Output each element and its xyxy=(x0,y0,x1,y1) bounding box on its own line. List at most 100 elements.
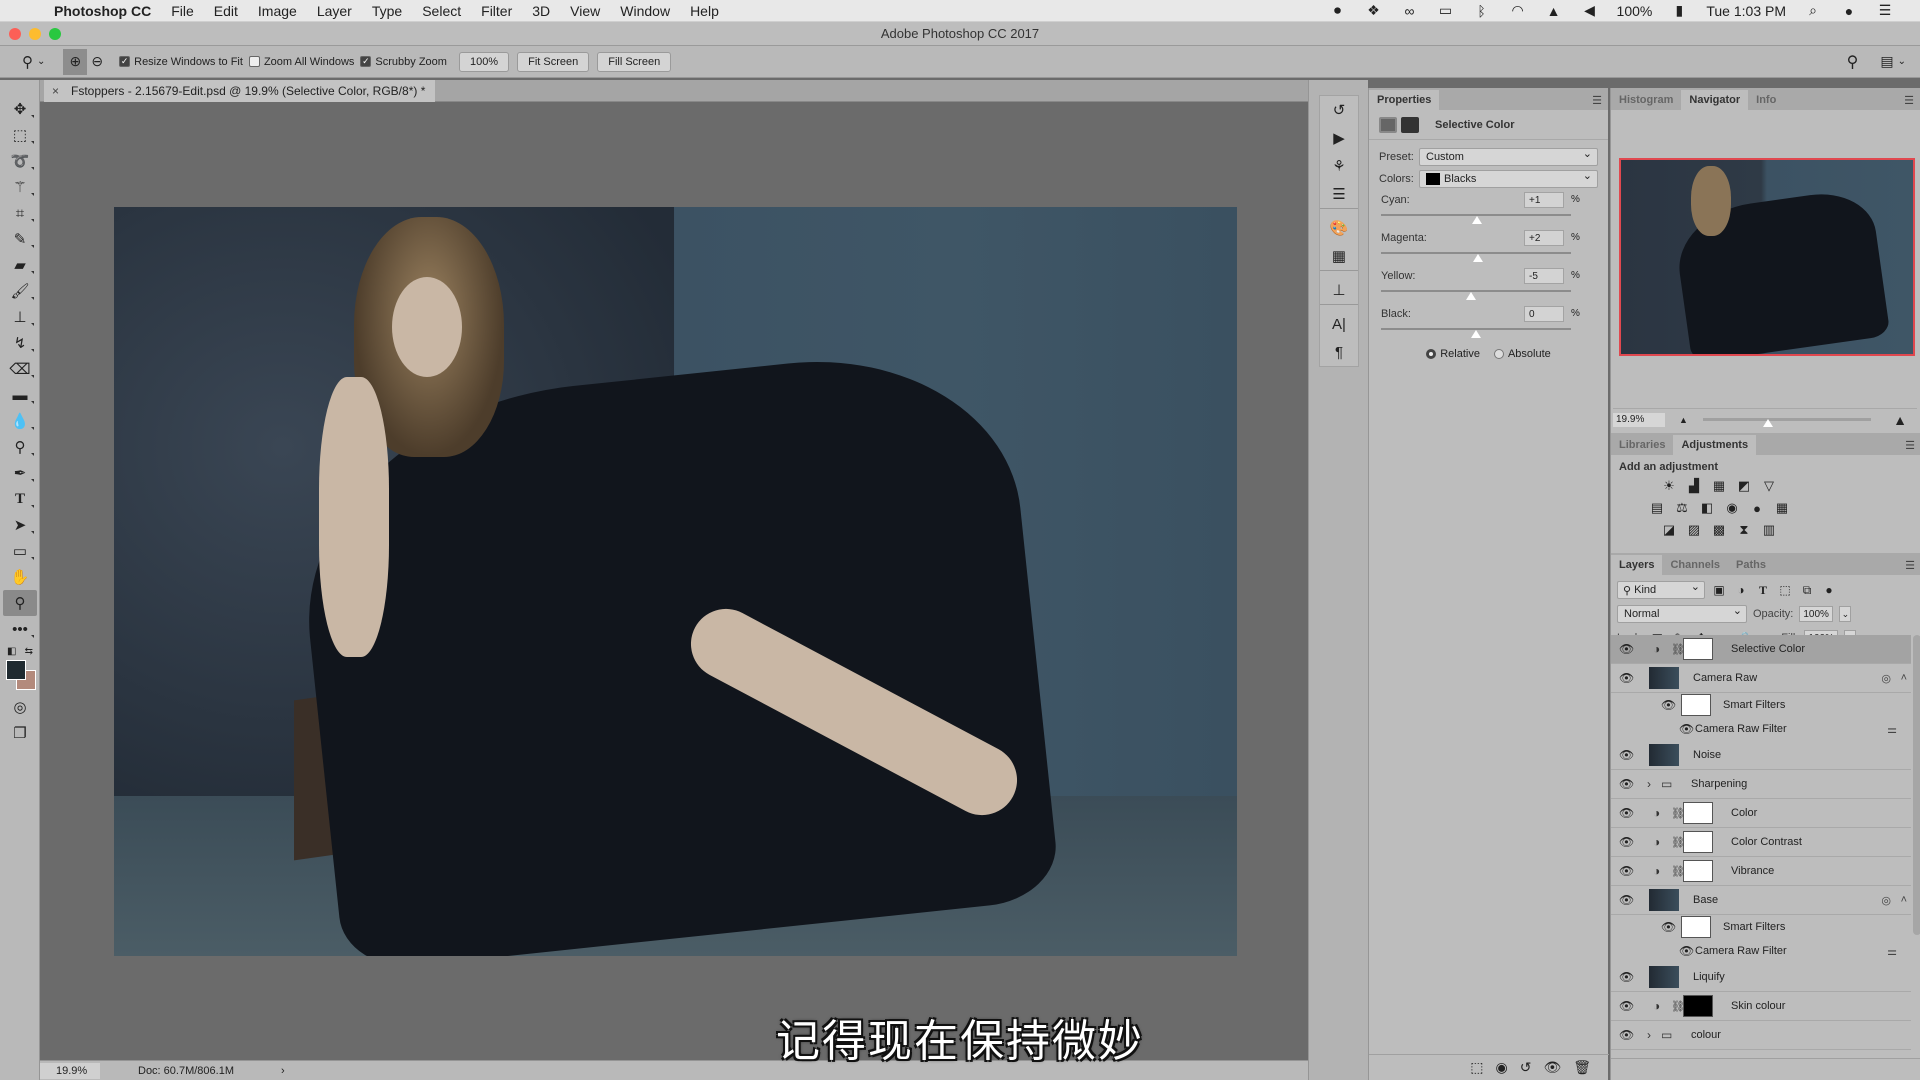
screen-record-icon[interactable]: ⏺ xyxy=(1329,2,1347,19)
menu-image[interactable]: Image xyxy=(258,3,297,19)
zoom-tool-preset-icon[interactable]: ⚲ xyxy=(22,53,33,71)
creative-cloud-icon[interactable]: ∞ xyxy=(1401,3,1419,19)
adjustment-layer-icon[interactable] xyxy=(1379,116,1397,133)
path-selection-tool-icon[interactable]: ➤ xyxy=(3,512,37,538)
minimize-window-button[interactable] xyxy=(29,28,41,40)
layer-row[interactable]: 👁 Smart Filters xyxy=(1611,693,1911,717)
healing-brush-tool-icon[interactable]: ▰ xyxy=(3,252,37,278)
siri-icon[interactable]: ● xyxy=(1840,3,1858,19)
crop-tool-icon[interactable]: ⌗ xyxy=(3,200,37,226)
layer-row[interactable]: 👁 ◑ ⛓ Color xyxy=(1611,799,1911,828)
vibrance-icon[interactable]: ▽ xyxy=(1761,478,1777,493)
tab-properties[interactable]: Properties xyxy=(1369,90,1440,110)
smart-filter-mask[interactable] xyxy=(1681,916,1711,938)
navigator-preview[interactable] xyxy=(1619,158,1915,356)
zoom-out-mountain-icon[interactable]: ▲ xyxy=(1679,415,1688,425)
selective-color-icon[interactable]: ⧗ xyxy=(1736,522,1752,537)
layer-mask-thumbnail[interactable] xyxy=(1683,860,1713,882)
slider-thumb[interactable] xyxy=(1472,254,1483,262)
eye-icon[interactable]: 👁 xyxy=(1619,1028,1634,1042)
eye-icon[interactable]: 👁 xyxy=(1619,893,1634,907)
clip-to-layer-icon[interactable]: ⬚ xyxy=(1470,1059,1483,1076)
slider-thumb[interactable] xyxy=(1471,330,1481,338)
eye-icon[interactable]: 👁 xyxy=(1661,698,1676,712)
absolute-radio[interactable]: Absolute xyxy=(1493,348,1551,360)
menu-help[interactable]: Help xyxy=(690,3,719,19)
opacity-dropdown-icon[interactable]: ⌄ xyxy=(1839,606,1852,622)
zoom-in-icon[interactable]: ⊕ xyxy=(63,48,88,75)
view-previous-state-icon[interactable]: ◉ xyxy=(1495,1059,1507,1076)
blur-tool-icon[interactable]: 💧 xyxy=(3,408,37,434)
eyedropper-tool-icon[interactable]: ✎ xyxy=(3,226,37,252)
expand-chevron-icon[interactable]: › xyxy=(1647,1028,1651,1042)
layer-thumbnail[interactable] xyxy=(1649,667,1679,689)
lasso-tool-icon[interactable]: ➰ xyxy=(3,148,37,174)
collapse-chevron-icon[interactable]: ˄ xyxy=(1901,894,1907,906)
layer-filter-kind-select[interactable]: ⚲ Kind xyxy=(1617,580,1705,599)
eye-icon[interactable]: 👁 xyxy=(1619,806,1634,820)
zoom-all-windows-checkbox[interactable]: Zoom All Windows xyxy=(248,56,354,68)
eye-icon[interactable]: 👁 xyxy=(1619,970,1634,984)
eye-icon[interactable]: 👁 xyxy=(1679,722,1694,736)
brush-tool-icon[interactable]: 🖌 xyxy=(3,278,37,304)
panel-menu-icon[interactable]: ☰ xyxy=(1905,559,1915,572)
layer-mask-icon[interactable] xyxy=(1401,116,1419,133)
document-image[interactable] xyxy=(114,207,1237,956)
notification-center-icon[interactable]: ☰ xyxy=(1876,2,1894,19)
layer-row[interactable]: 👁 › ▭ Sharpening xyxy=(1611,770,1911,799)
filter-adjustment-icon[interactable]: ◑ xyxy=(1733,583,1749,597)
relative-radio[interactable]: Relative xyxy=(1426,348,1480,360)
curves-icon[interactable]: ▦ xyxy=(1711,478,1727,493)
swap-colors-icon[interactable]: ⇆ xyxy=(25,646,33,657)
clone-source-icon[interactable]: ⊥ xyxy=(1320,276,1358,304)
zoom-out-icon[interactable]: ⊖ xyxy=(91,53,103,70)
history-brush-tool-icon[interactable]: ↯ xyxy=(3,330,37,356)
character-panel-icon[interactable]: A| xyxy=(1320,310,1358,338)
menu-3d[interactable]: 3D xyxy=(532,3,550,19)
dodge-tool-icon[interactable]: ⚲ xyxy=(3,434,37,460)
chevron-down-icon[interactable]: ⌄ xyxy=(37,56,45,67)
filter-pixel-icon[interactable]: ▣ xyxy=(1711,583,1727,597)
pen-tool-icon[interactable]: ✒ xyxy=(3,460,37,486)
panel-menu-icon[interactable]: ☰ xyxy=(1904,94,1914,107)
menu-filter[interactable]: Filter xyxy=(481,3,512,19)
tab-channels[interactable]: Channels xyxy=(1662,555,1728,575)
delete-adjustment-icon[interactable]: 🗑 xyxy=(1573,1059,1591,1076)
colors-select[interactable]: Blacks xyxy=(1419,169,1598,188)
threshold-icon[interactable]: ▩ xyxy=(1711,522,1727,537)
invert-icon[interactable]: ◪ xyxy=(1661,522,1677,537)
layer-row[interactable]: 👁 Camera Raw Filter ⚌ xyxy=(1611,717,1911,741)
edit-toolbar-icon[interactable]: ••• xyxy=(3,616,37,642)
layer-thumbnail[interactable] xyxy=(1649,966,1679,988)
eye-icon[interactable]: 👁 xyxy=(1619,864,1634,878)
menu-edit[interactable]: Edit xyxy=(214,3,238,19)
fill-screen-button[interactable]: Fill Screen xyxy=(597,51,672,72)
zoom-tool-icon[interactable]: ⚲ xyxy=(3,590,37,616)
menubar-clock[interactable]: Tue 1:03 PM xyxy=(1706,3,1786,19)
paragraph-panel-icon[interactable]: ¶ xyxy=(1320,338,1358,366)
volume-icon[interactable]: ◀ xyxy=(1581,2,1599,19)
smart-filter-blend-icon[interactable]: ◎ xyxy=(1881,672,1891,685)
search-icon[interactable]: ⚲ xyxy=(1847,52,1859,72)
move-tool-icon[interactable]: ✥ xyxy=(3,96,37,122)
slider-value-field[interactable]: 0 xyxy=(1524,306,1564,322)
menu-app-name[interactable]: Photoshop CC xyxy=(54,3,151,19)
tab-navigator[interactable]: Navigator xyxy=(1681,90,1749,110)
panel-menu-icon[interactable]: ☰ xyxy=(1905,439,1915,452)
panel-menu-icon[interactable]: ☰ xyxy=(1592,94,1602,107)
layer-mask-thumbnail[interactable] xyxy=(1683,831,1713,853)
exposure-icon[interactable]: ◩ xyxy=(1736,478,1752,493)
scrubby-zoom-checkbox[interactable]: ✓ Scrubby Zoom xyxy=(360,56,447,68)
layer-mask-thumbnail[interactable] xyxy=(1683,995,1713,1017)
navigator-zoom-slider[interactable] xyxy=(1703,418,1871,421)
color-balance-icon[interactable]: ⚖ xyxy=(1674,500,1690,515)
tab-libraries[interactable]: Libraries xyxy=(1611,435,1673,455)
filter-options-icon[interactable]: ⚌ xyxy=(1887,723,1897,736)
layer-row[interactable]: 👁 Liquify xyxy=(1611,963,1911,992)
smart-filter-blend-icon[interactable]: ◎ xyxy=(1881,894,1891,907)
smart-filter-mask[interactable] xyxy=(1681,694,1711,716)
close-window-button[interactable] xyxy=(9,28,21,40)
layer-row[interactable]: 👁 ◑ ⛓ Skin colour xyxy=(1611,992,1911,1021)
navigator-zoom-thumb[interactable] xyxy=(1763,419,1773,427)
zoom-in-mountain-icon[interactable]: ▲ xyxy=(1893,412,1907,428)
